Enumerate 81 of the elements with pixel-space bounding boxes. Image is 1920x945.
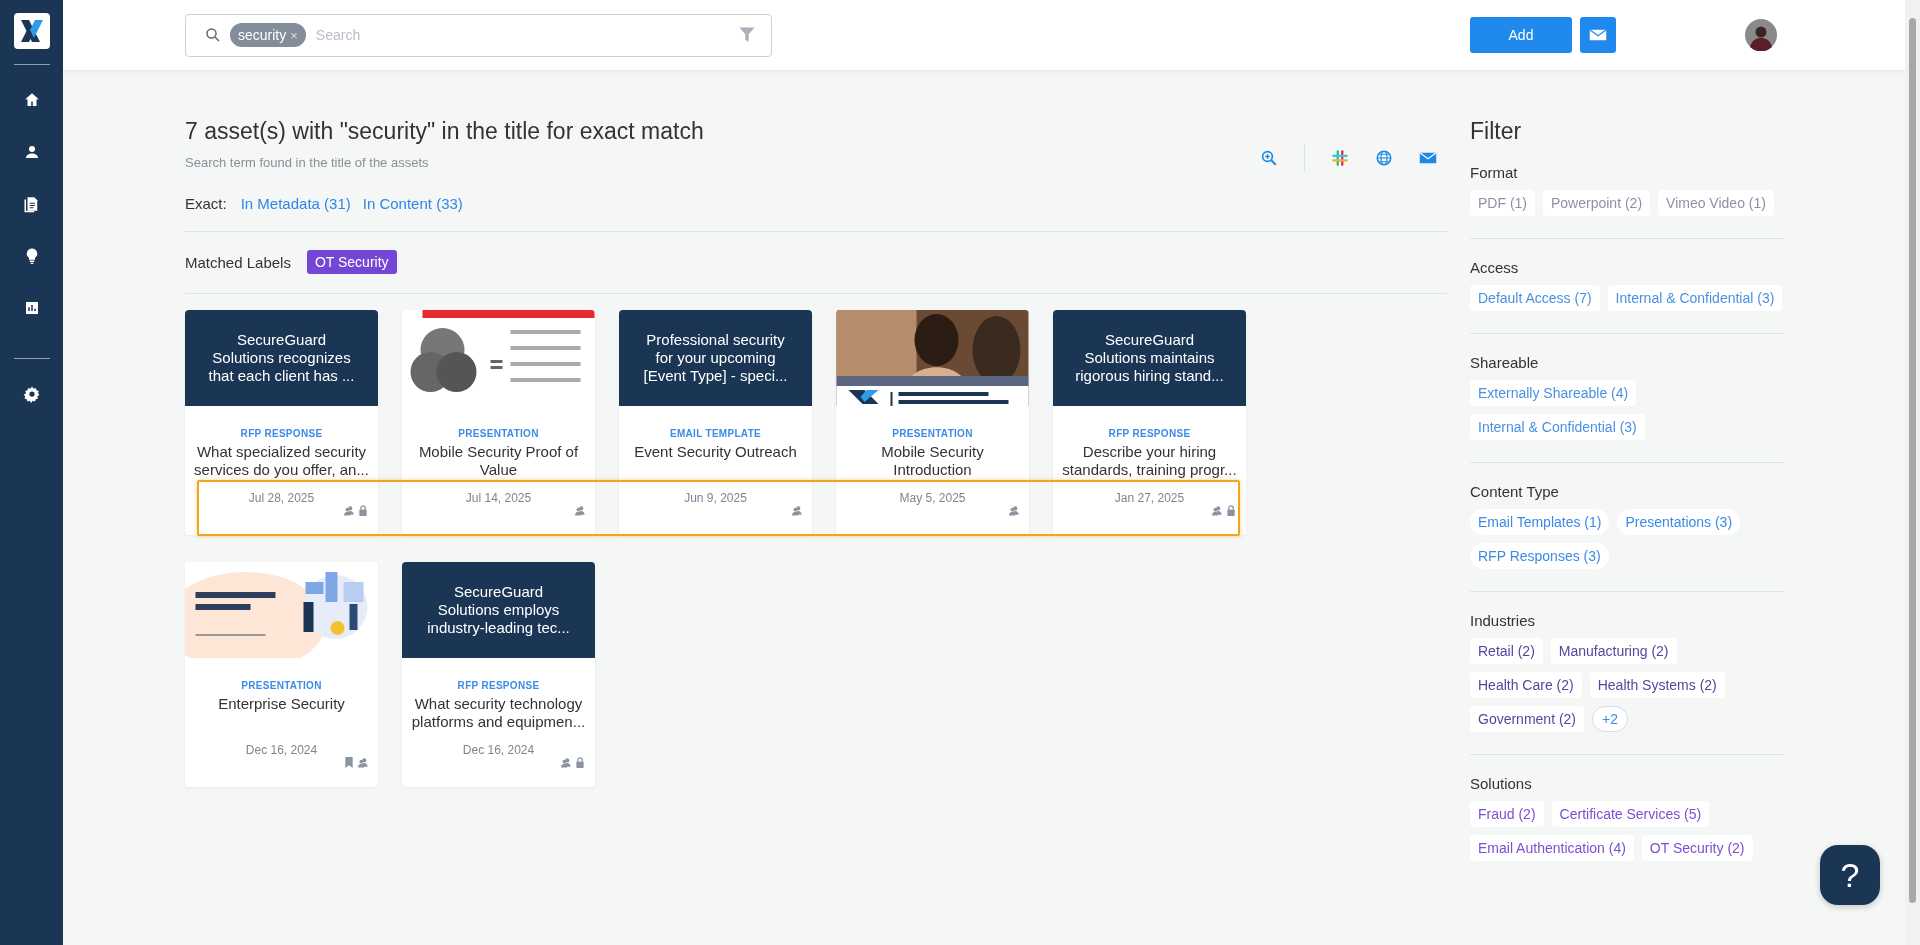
asset-date: Dec 16, 2024 bbox=[461, 743, 536, 757]
scroll-thumb[interactable] bbox=[1909, 18, 1916, 903]
filter-chip[interactable]: Vimeo Video (1) bbox=[1658, 190, 1774, 216]
asset-title: What specialized security services do you offer, an... bbox=[194, 443, 369, 479]
filter-chip[interactable]: Email Templates (1) bbox=[1470, 509, 1610, 535]
thumbnail-text: SecureGuard Solutions recognizes that each client has ... bbox=[207, 331, 356, 385]
filter-chip[interactable]: Fraud (2) bbox=[1470, 801, 1544, 827]
search-icon bbox=[204, 26, 222, 44]
search-field[interactable]: security × Search bbox=[185, 13, 772, 57]
filter-chip[interactable]: Government (2) bbox=[1470, 706, 1585, 732]
mail-icon bbox=[1589, 29, 1607, 41]
asset-type: RFP RESPONSE bbox=[457, 680, 540, 691]
asset-card[interactable]: SecureGuard Solutions employs industry-leading tec... RFP RESPONSE What security technology platforms and equipmen... Dec 16, 2024 bbox=[402, 562, 595, 787]
help-button[interactable]: ? bbox=[1820, 845, 1880, 905]
asset-card[interactable]: PRESENTATION Mobile Security Proof of Value Jul 14, 2025 bbox=[402, 310, 595, 535]
zoom-in-icon[interactable] bbox=[1260, 149, 1278, 167]
search-tag[interactable]: security × bbox=[230, 23, 306, 47]
filter-chip[interactable]: Presentations (3) bbox=[1617, 509, 1741, 535]
filter-chip[interactable]: Internal & Confidential (3) bbox=[1470, 414, 1645, 440]
logo-icon bbox=[13, 13, 50, 49]
asset-date: Jul 28, 2025 bbox=[247, 491, 316, 505]
matched-labels-title: Matched Labels bbox=[185, 253, 291, 271]
more-button[interactable]: +2 bbox=[1592, 706, 1628, 732]
settings-icon[interactable] bbox=[22, 385, 41, 403]
asset-card[interactable]: SecureGuard Solutions recognizes that each client has ... RFP RESPONSE What specialized security services do you offer, an... Jul 28, 2025 bbox=[185, 310, 378, 535]
asset-date: Jul 14, 2025 bbox=[464, 491, 533, 505]
scrollbar[interactable] bbox=[1905, 0, 1920, 945]
filter-chip[interactable]: OT Security (2) bbox=[1641, 835, 1753, 861]
asset-type: RFP RESPONSE bbox=[1108, 428, 1191, 439]
asset-type: RFP RESPONSE bbox=[240, 428, 323, 439]
thumbnail-text: SecureGuard Solutions employs industry-leading tec... bbox=[426, 583, 571, 637]
filter-chip[interactable]: Manufacturing (2) bbox=[1550, 638, 1677, 664]
filter-chip[interactable]: Retail (2) bbox=[1470, 638, 1543, 664]
filter-chip[interactable]: Health Systems (2) bbox=[1589, 672, 1725, 698]
filter-group-title: Solutions bbox=[1470, 775, 1533, 792]
filter-title: Filter bbox=[1470, 117, 1523, 146]
add-button[interactable]: Add bbox=[1470, 17, 1572, 53]
filter-chip[interactable]: PDF (1) bbox=[1470, 190, 1535, 216]
filter-chip[interactable]: Internal & Confidential (3) bbox=[1607, 285, 1783, 311]
filter-group-title: Shareable bbox=[1470, 354, 1540, 371]
thumbnail-text: SecureGuard Solutions maintains rigorous hiring stand... bbox=[1074, 331, 1225, 385]
asset-title: Mobile Security Introduction bbox=[880, 443, 985, 479]
filter-chip[interactable]: Default Access (7) bbox=[1470, 285, 1600, 311]
filter-chip[interactable]: RFP Responses (3) bbox=[1470, 543, 1609, 569]
asset-card[interactable]: SecureGuard Solutions maintains rigorous hiring stand... RFP RESPONSE Describe your hiring standards, training progr... Jan 27, 2025 bbox=[1053, 310, 1246, 535]
results-subtitle: Search term found in the title of the assets bbox=[185, 155, 430, 170]
asset-type: PRESENTATION bbox=[892, 428, 973, 439]
hash-icon[interactable] bbox=[1331, 149, 1349, 167]
asset-title: Event Security Outreach bbox=[633, 443, 798, 462]
filter-link[interactable]: In Metadata (31) bbox=[240, 195, 351, 212]
asset-date: Dec 16, 2024 bbox=[244, 743, 319, 757]
filter-chip[interactable]: Certificate Services (5) bbox=[1551, 801, 1710, 827]
asset-date: Jan 27, 2025 bbox=[1113, 491, 1186, 505]
label-badge[interactable]: OT Security bbox=[306, 250, 397, 274]
globe-icon[interactable] bbox=[1375, 149, 1393, 167]
asset-type: EMAIL TEMPLATE bbox=[669, 428, 762, 439]
filter-chip[interactable]: Powerpoint (2) bbox=[1543, 190, 1651, 216]
filter-chip[interactable]: Email Authentication (4) bbox=[1470, 835, 1634, 861]
email-button[interactable] bbox=[1580, 17, 1616, 53]
filter-chip[interactable]: Health Care (2) bbox=[1470, 672, 1582, 698]
asset-type: PRESENTATION bbox=[241, 680, 322, 691]
filter-group-title: Content Type bbox=[1470, 483, 1560, 500]
asset-card[interactable]: PRESENTATION Enterprise Security Dec 16, 2024 bbox=[185, 562, 378, 787]
thumbnail-text: Professional security for your upcoming [Event Type] - speci... bbox=[642, 331, 789, 385]
filter-chip[interactable]: Externally Shareable (4) bbox=[1470, 380, 1637, 406]
exact-label: Exact: bbox=[185, 195, 227, 212]
avatar[interactable] bbox=[1745, 19, 1777, 51]
filter-link[interactable]: In Content (33) bbox=[362, 195, 463, 212]
asset-title: Enterprise Security bbox=[217, 695, 346, 714]
asset-date: May 5, 2025 bbox=[898, 491, 967, 505]
asset-date: Jun 9, 2025 bbox=[683, 491, 748, 505]
filter-group-title: Access bbox=[1470, 259, 1520, 276]
asset-title: Mobile Security Proof of Value bbox=[417, 443, 580, 479]
filter-group-title: Format bbox=[1470, 164, 1519, 181]
asset-title: Describe your hiring standards, training progr... bbox=[1062, 443, 1237, 479]
results-title: 7 asset(s) with "security" in the title for exact match bbox=[185, 117, 704, 146]
filter-group-title: Industries bbox=[1470, 612, 1537, 629]
asset-title: What security technology platforms and equipmen... bbox=[411, 695, 586, 731]
asset-type: PRESENTATION bbox=[458, 428, 539, 439]
asset-card[interactable]: Professional security for your upcoming [Event Type] - speci... EMAIL TEMPLATE Event Security Outreach Jun 9, 2025 bbox=[619, 310, 812, 535]
asset-card[interactable]: PRESENTATION Mobile Security Introduction May 5, 2025 bbox=[836, 310, 1029, 535]
